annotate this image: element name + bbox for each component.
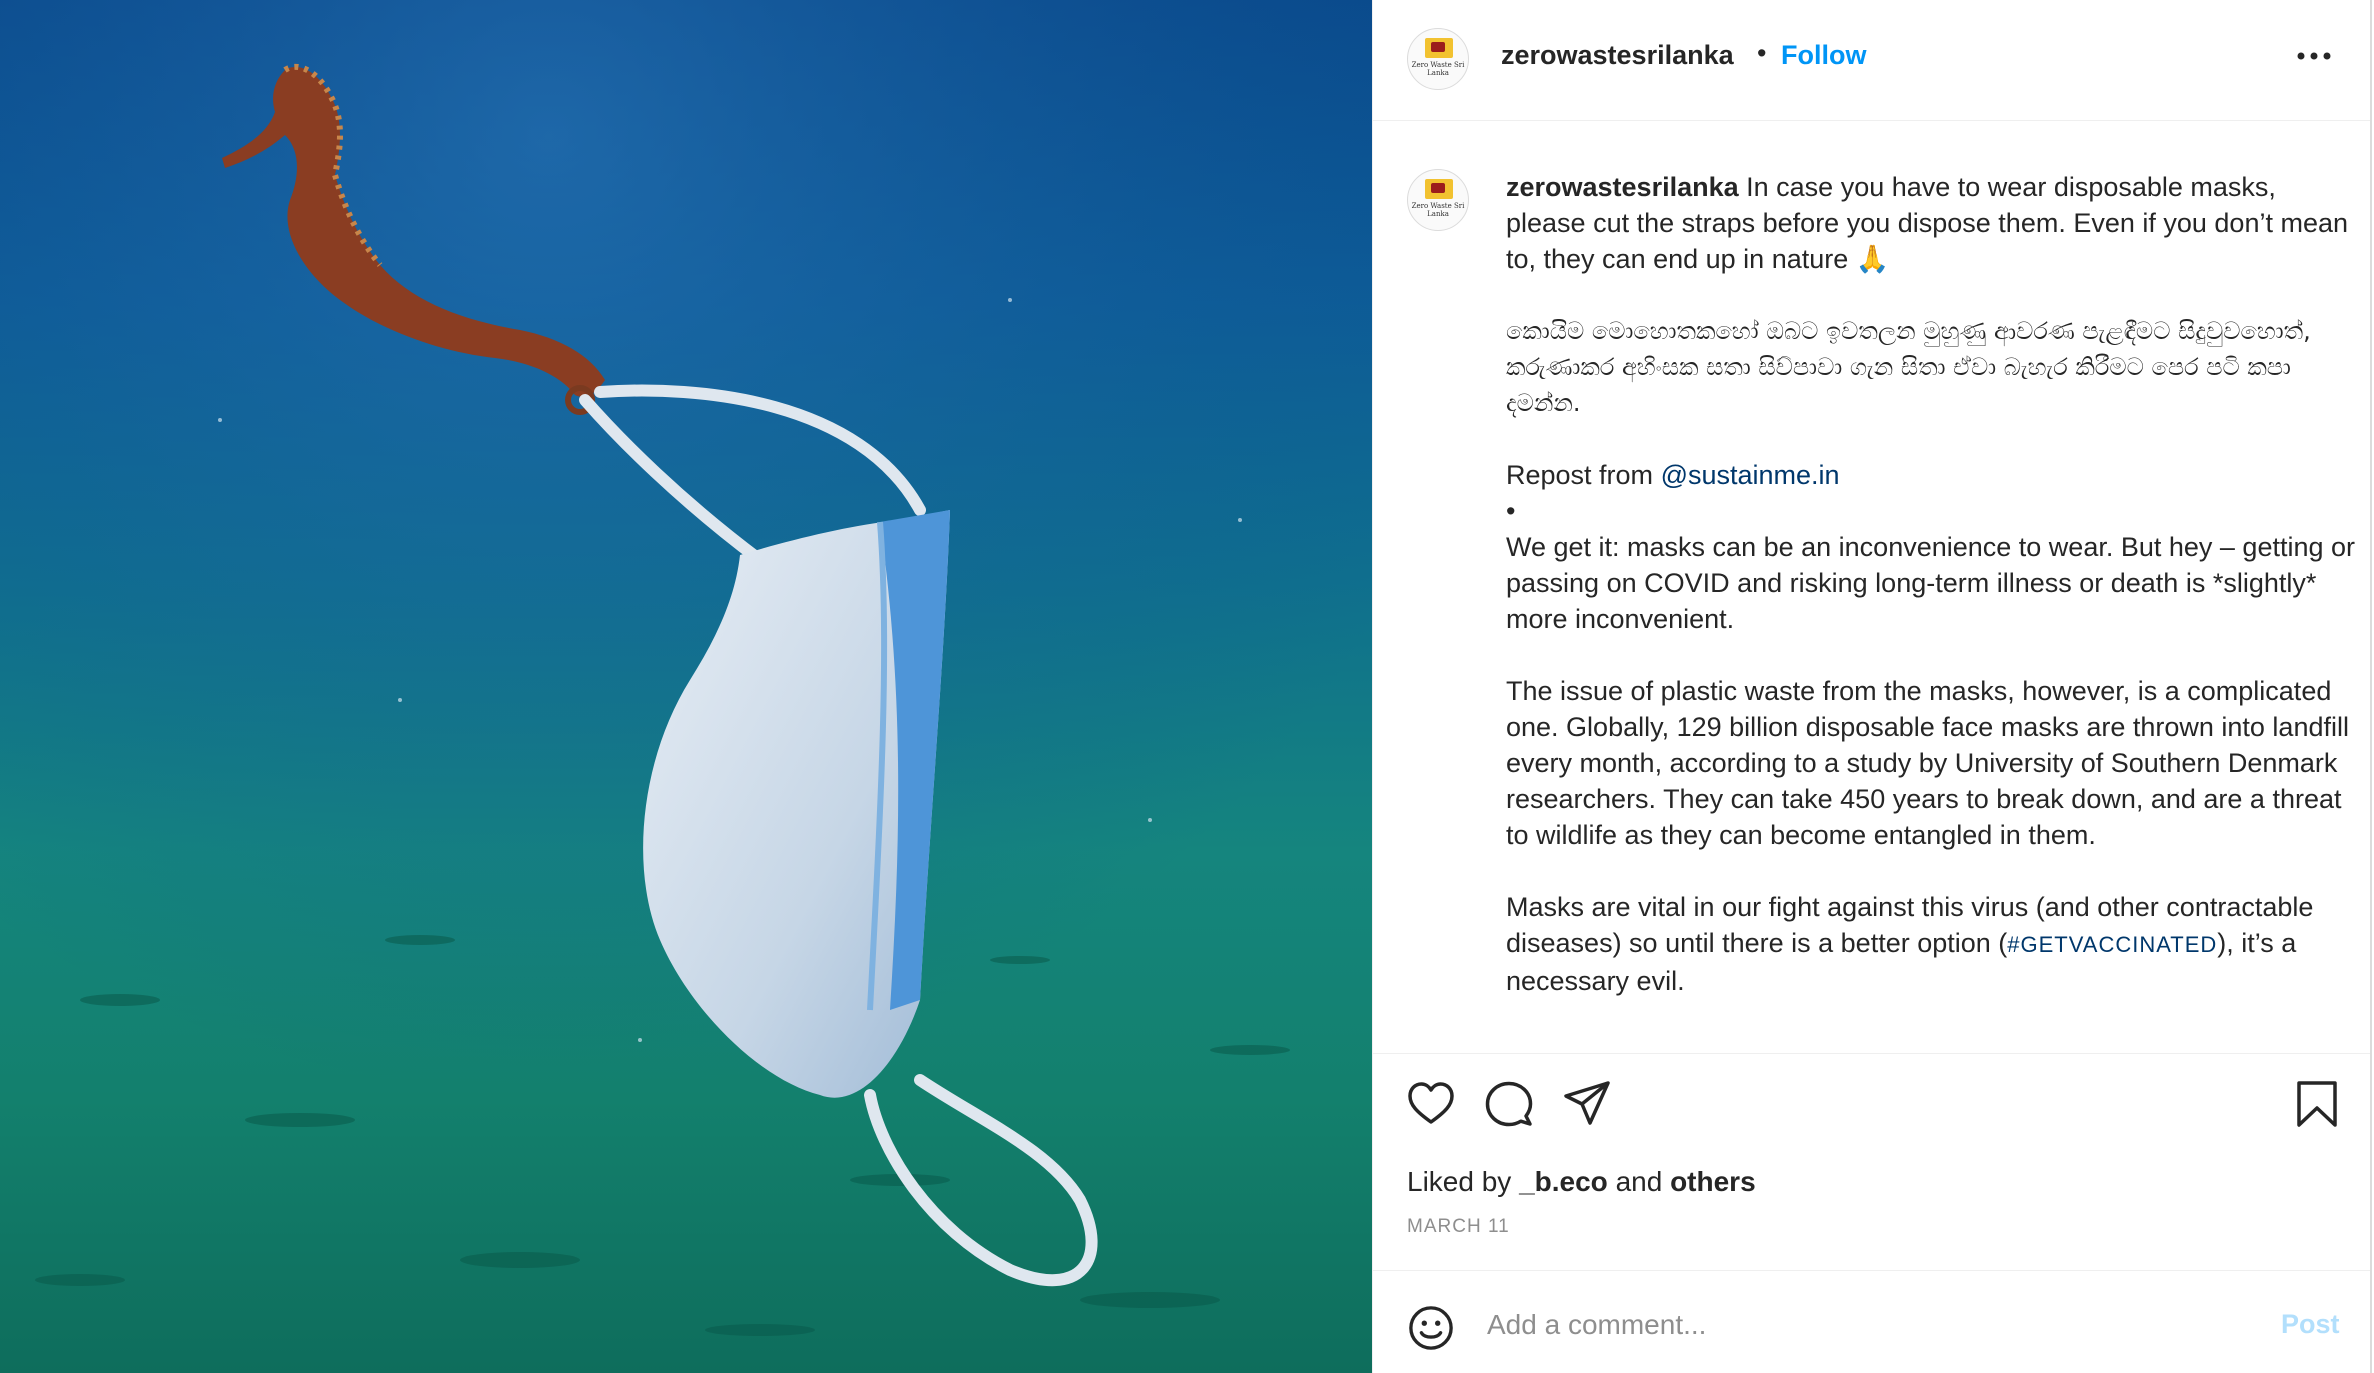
comment-bar: Post <box>1373 1270 2370 1373</box>
post-comment-button[interactable]: Post <box>2281 1309 2340 1340</box>
caption-bullet: • <box>1506 496 1516 526</box>
instagram-post-view: Zero Waste Sri Lanka zerowastesrilanka •… <box>0 0 2374 1373</box>
post-image[interactable] <box>0 0 1372 1373</box>
caption-avatar[interactable]: Zero Waste Sri Lanka <box>1407 169 1469 231</box>
repost-prefix: Repost from <box>1506 460 1654 490</box>
repost-mention-link[interactable]: @sustainme.in <box>1661 460 1840 490</box>
avatar-logo-text: Zero Waste Sri Lanka <box>1411 202 1465 218</box>
liked-by-user-link[interactable]: _b.eco <box>1519 1166 1608 1197</box>
username-link[interactable]: zerowastesrilanka <box>1501 40 1734 71</box>
heart-icon[interactable] <box>1407 1080 1455 1128</box>
separator-dot: • <box>1757 38 1767 68</box>
liked-by-others-link[interactable]: others <box>1670 1166 1756 1197</box>
post-header: Zero Waste Sri Lanka zerowastesrilanka •… <box>1373 0 2370 121</box>
caption-sinhala: කොයිම මොහොතකහෝ ඔබට ඉවතලන මුහුණු ආවරණ පැළ… <box>1506 317 2311 417</box>
comment-input[interactable] <box>1485 1299 2249 1351</box>
bookmark-icon[interactable] <box>2295 1080 2339 1128</box>
likes-conj: and <box>1615 1166 1663 1197</box>
caption-username-link[interactable]: zerowastesrilanka <box>1506 172 1739 202</box>
post-date[interactable]: MARCH 11 <box>1407 1216 1510 1238</box>
post-caption: zerowastesrilanka In case you have to we… <box>1506 169 2356 1035</box>
caption-paragraph-1: We get it: masks can be an inconvenience… <box>1506 532 2355 634</box>
likes-prefix: Liked by <box>1407 1166 1512 1197</box>
lion-flag-logo-icon <box>1425 38 1453 58</box>
more-horizontal-icon[interactable] <box>2297 52 2331 60</box>
avatar-logo-text: Zero Waste Sri Lanka <box>1411 61 1465 77</box>
caption-paragraph-2: The issue of plastic waste from the mask… <box>1506 676 2349 850</box>
hashtag-link[interactable]: #GETVACCINATED <box>2007 932 2217 957</box>
follow-button[interactable]: Follow <box>1781 40 1866 71</box>
lion-flag-logo-icon <box>1425 179 1453 199</box>
send-icon[interactable] <box>1563 1080 1611 1128</box>
emoji-smile-icon[interactable] <box>1408 1305 1454 1351</box>
avatar[interactable]: Zero Waste Sri Lanka <box>1407 28 1469 90</box>
caption-section: Zero Waste Sri Lanka zerowastesrilanka I… <box>1373 121 2370 1054</box>
post-actions: Liked by _b.eco and others MARCH 11 <box>1373 1054 2370 1274</box>
likes-summary: Liked by _b.eco and others <box>1407 1166 1756 1198</box>
seahorse-mask-photo <box>0 0 1372 1373</box>
comment-icon[interactable] <box>1485 1080 1533 1128</box>
post-sidebar: Zero Waste Sri Lanka zerowastesrilanka •… <box>1372 0 2372 1373</box>
